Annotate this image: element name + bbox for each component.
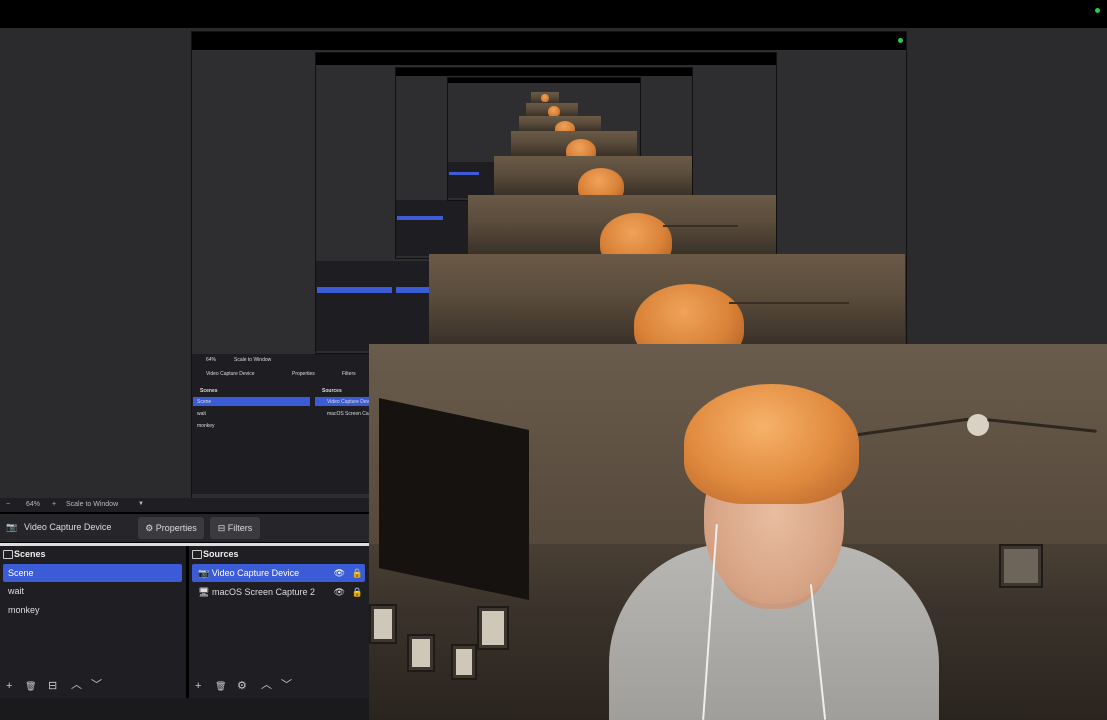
source-item[interactable]: 🖥 macOS Screen Capture 2 👁 🔒 (192, 583, 365, 601)
camera-feed-6 (526, 103, 578, 116)
scene-item[interactable]: monkey (3, 601, 182, 619)
hair (578, 168, 624, 195)
mini-filters: Filters (342, 371, 356, 377)
move-source-up-icon[interactable]: ︿ (261, 676, 272, 692)
selected-source-name: Video Capture Device (24, 522, 112, 532)
hair (684, 384, 859, 504)
hair (548, 106, 560, 116)
source-properties-gear-icon[interactable]: ⚙ (237, 679, 247, 692)
sources-dock: Sources 📷 Video Capture Device 👁 🔒 🖥 mac… (189, 546, 369, 698)
scenes-dock-title: Scenes (0, 546, 186, 562)
picture-frame (369, 604, 397, 644)
mini-scene: Scene (197, 399, 212, 405)
scale-mode-select[interactable]: Scale to Window (66, 501, 118, 508)
camera-feed-7 (531, 92, 559, 103)
filters-button[interactable]: ⊟ Filters (210, 517, 260, 539)
scene-filter-icon[interactable]: ⊟ (48, 679, 57, 692)
camera-feed-1 (429, 254, 905, 344)
camera-icon: 📷 (6, 522, 18, 532)
mini-src1: Video Capture Dev (327, 399, 370, 405)
mini-zoom: 64% (206, 357, 217, 363)
mini-scenes-title: Scenes (200, 388, 218, 394)
sources-title: Sources (203, 549, 239, 559)
camera-feed-4 (511, 131, 637, 156)
lock-icon[interactable]: 🔒 (352, 564, 363, 582)
mini-obs-panel: 64% Scale to Window Video Capture Device… (192, 354, 372, 494)
ceiling-fan (729, 302, 849, 304)
mini-obs-panel-4 (448, 162, 496, 198)
filters-label: Filters (227, 523, 253, 533)
mini-scene-selected-2 (317, 287, 392, 293)
mini-mode: Scale to Window (234, 357, 272, 363)
scenes-dock: Scenes Scene wait monkey + 🗑 ⊟ ︿ ﹀ (0, 546, 186, 698)
remove-source-icon[interactable]: 🗑 (215, 681, 226, 692)
mini-obs-panel-3 (396, 200, 468, 256)
hair (600, 213, 672, 254)
nested-indicator (898, 38, 903, 43)
nested-title-bar (192, 32, 906, 50)
mini-scene-selected-3 (397, 216, 443, 220)
hair (555, 121, 575, 131)
move-scene-down-icon[interactable]: ﹀ (91, 676, 102, 692)
remove-scene-icon[interactable]: 🗑 (25, 681, 36, 692)
mini-properties: Properties (292, 371, 315, 377)
source-item[interactable]: 📷 Video Capture Device 👁 🔒 (192, 564, 365, 582)
zoom-bar: − 64% + Scale to Window ▼ (0, 498, 369, 512)
camera-feed-main (369, 344, 1107, 720)
scene-item[interactable]: Scene (3, 564, 182, 582)
source-toolbar: 📷 Video Capture Device ⚙ Properties ⊟ Fi… (0, 514, 369, 542)
mini-sources-title: Sources (322, 388, 342, 394)
mini-source-selected-2 (396, 287, 430, 293)
visibility-eye-icon[interactable]: 👁 (334, 564, 345, 582)
recording-indicator (1095, 8, 1100, 13)
hair (541, 94, 549, 102)
zoom-value: 64% (26, 501, 41, 508)
nested-title-bar (448, 78, 640, 83)
dock-icon (192, 550, 202, 559)
scene-item[interactable]: wait (3, 582, 182, 600)
hair (566, 139, 596, 156)
mini-obs-panel-2 (316, 261, 431, 351)
source-label: Video Capture Device (211, 568, 300, 578)
mini-device: Video Capture Device (206, 371, 255, 377)
source-label: macOS Screen Capture 2 (211, 587, 316, 597)
move-scene-up-icon[interactable]: ︿ (71, 676, 82, 692)
scenes-title: Scenes (14, 549, 46, 559)
add-source-button[interactable]: + (195, 680, 201, 692)
move-source-down-icon[interactable]: ﹀ (281, 676, 292, 692)
top-bar (0, 0, 1107, 28)
picture-frame (477, 606, 509, 650)
camera-icon: 📷 (198, 568, 210, 578)
properties-label: Properties (155, 523, 197, 533)
camera-feed-5 (519, 116, 601, 131)
mini-src2: macOS Screen Cap (327, 411, 372, 417)
properties-button[interactable]: ⚙ Properties (138, 517, 204, 539)
chevron-down-icon[interactable]: ▼ (138, 501, 144, 507)
add-scene-button[interactable]: + (6, 680, 12, 692)
nested-title-bar (316, 53, 776, 65)
status-bar (0, 698, 369, 720)
camera-feed-3 (494, 156, 692, 195)
monitor-icon: 🖥 (198, 587, 210, 597)
zoom-in-button[interactable]: + (52, 501, 56, 508)
zoom-out-button[interactable]: − (6, 501, 10, 508)
fan-light (967, 414, 989, 436)
mini-scene-selected-4 (449, 172, 479, 175)
dock-icon (3, 550, 13, 559)
gear-icon: ⚙ (145, 523, 154, 533)
picture-frame (407, 634, 435, 672)
hair (634, 284, 744, 344)
visibility-eye-icon[interactable]: 👁 (334, 583, 345, 601)
mini-wait: wait (197, 411, 206, 417)
nested-title-bar (396, 68, 692, 76)
filter-icon: ⊟ (217, 523, 226, 533)
television (379, 398, 529, 600)
mini-monkey: monkey (197, 423, 215, 429)
ceiling-fan (663, 225, 738, 227)
sources-dock-title: Sources (189, 546, 369, 562)
picture-frame (999, 544, 1043, 588)
camera-feed-2 (468, 195, 776, 254)
picture-frame (451, 644, 477, 680)
lock-icon[interactable]: 🔒 (352, 583, 363, 601)
